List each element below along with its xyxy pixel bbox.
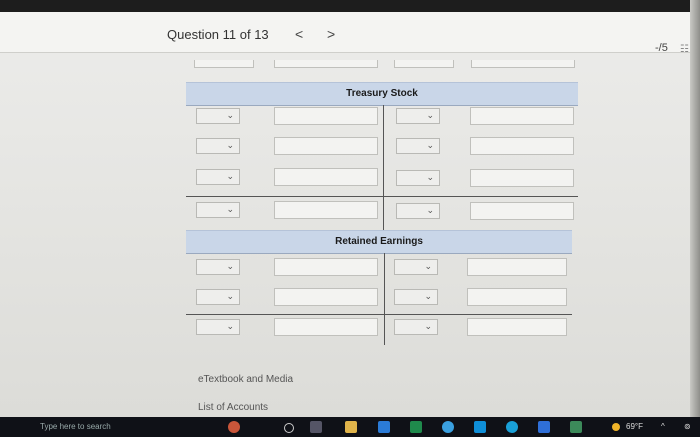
chevron-down-icon: ⌄: [226, 110, 234, 120]
treasury-stock-title: Treasury Stock: [186, 82, 578, 106]
t-account-divider: [383, 105, 384, 235]
debit-amount-input[interactable]: [274, 137, 378, 155]
chevron-down-icon: ⌄: [424, 291, 432, 301]
balance-date-select[interactable]: ⌄: [196, 202, 240, 218]
chevron-down-icon: ⌄: [226, 204, 234, 214]
credit-amount-input[interactable]: [470, 107, 574, 125]
edge-icon[interactable]: [442, 421, 454, 433]
chevron-up-icon[interactable]: ^: [661, 422, 665, 431]
debit-date-select[interactable]: ⌄: [196, 259, 240, 275]
monitor-bezel-side: [690, 0, 700, 437]
retained-earnings-title: Retained Earnings: [186, 230, 572, 254]
balance-amount-input[interactable]: [274, 201, 378, 219]
chevron-down-icon: ⌄: [226, 171, 234, 181]
quiz-page: Question 11 of 13 < > -/5 ☷ Treasury Sto…: [0, 12, 692, 417]
balance-amount-input[interactable]: [274, 318, 378, 336]
file-explorer-icon[interactable]: [345, 421, 357, 433]
debit-amount-input[interactable]: [274, 168, 378, 186]
chevron-down-icon: ⌄: [226, 140, 234, 150]
total-line: [186, 196, 578, 197]
taskbar: Type here to search 69°F ^ ⊚: [0, 417, 700, 437]
monitor-bezel-top: [0, 0, 700, 12]
balance-date-select[interactable]: ⌄: [394, 319, 438, 335]
debit-date-select[interactable]: ⌄: [196, 289, 240, 305]
amount-input[interactable]: [394, 60, 454, 68]
credit-date-select[interactable]: ⌄: [396, 108, 440, 124]
retained-earnings-account: Retained Earnings ⌄ ⌄ ⌄ ⌄ ⌄ ⌄: [186, 230, 572, 350]
chevron-down-icon: ⌄: [226, 261, 234, 271]
list-of-accounts-link[interactable]: List of Accounts: [198, 402, 268, 413]
credit-amount-input[interactable]: [467, 288, 567, 306]
chevron-down-icon: ⌄: [426, 140, 434, 150]
store-icon[interactable]: [378, 421, 390, 433]
network-icon[interactable]: ⊚: [684, 422, 691, 431]
chevron-down-icon: ⌄: [426, 205, 434, 215]
balance-amount-input[interactable]: [467, 318, 567, 336]
chevron-down-icon: ⌄: [424, 321, 432, 331]
t-account-divider: [384, 253, 385, 345]
previous-question-button[interactable]: <: [295, 26, 303, 42]
treasury-stock-account: Treasury Stock ⌄ ⌄ ⌄ ⌄ ⌄ ⌄ ⌄ ⌄: [186, 82, 578, 235]
chevron-down-icon: ⌄: [226, 291, 234, 301]
question-header: Question 11 of 13 < >: [0, 12, 692, 53]
grid-icon[interactable]: ☷: [680, 44, 689, 55]
debit-date-select[interactable]: ⌄: [196, 138, 240, 154]
app-icon[interactable]: [570, 421, 582, 433]
balance-date-select[interactable]: ⌄: [396, 203, 440, 219]
balance-amount-input[interactable]: [470, 202, 574, 220]
word-icon[interactable]: [538, 421, 550, 433]
credit-date-select[interactable]: ⌄: [394, 289, 438, 305]
chevron-down-icon: ⌄: [226, 321, 234, 331]
amount-input[interactable]: [194, 60, 254, 68]
credit-amount-input[interactable]: [470, 169, 574, 187]
weather-icon: [612, 423, 620, 431]
browser-icon[interactable]: [506, 421, 518, 433]
task-view-icon[interactable]: [310, 421, 322, 433]
total-line: [186, 314, 572, 315]
credit-amount-input[interactable]: [467, 258, 567, 276]
debit-amount-input[interactable]: [274, 258, 378, 276]
cortana-icon[interactable]: [228, 421, 240, 433]
next-question-button[interactable]: >: [327, 26, 335, 42]
mail-icon[interactable]: [474, 421, 486, 433]
etextbook-link[interactable]: eTextbook and Media: [198, 374, 293, 385]
credit-amount-input[interactable]: [470, 137, 574, 155]
amount-input[interactable]: [471, 60, 575, 68]
weather-temperature[interactable]: 69°F: [626, 422, 643, 431]
credit-date-select[interactable]: ⌄: [394, 259, 438, 275]
debit-date-select[interactable]: ⌄: [196, 169, 240, 185]
taskbar-search[interactable]: Type here to search: [40, 422, 111, 431]
chevron-down-icon: ⌄: [426, 110, 434, 120]
debit-amount-input[interactable]: [274, 107, 378, 125]
amount-input[interactable]: [274, 60, 378, 68]
credit-date-select[interactable]: ⌄: [396, 138, 440, 154]
question-counter: Question 11 of 13: [167, 27, 269, 42]
debit-amount-input[interactable]: [274, 288, 378, 306]
chevron-down-icon: ⌄: [424, 261, 432, 271]
debit-date-select[interactable]: ⌄: [196, 108, 240, 124]
balance-date-select[interactable]: ⌄: [196, 319, 240, 335]
search-circle-icon[interactable]: [284, 423, 294, 433]
excel-icon[interactable]: [410, 421, 422, 433]
chevron-down-icon: ⌄: [426, 172, 434, 182]
score-display: -/5: [655, 42, 668, 54]
credit-date-select[interactable]: ⌄: [396, 170, 440, 186]
